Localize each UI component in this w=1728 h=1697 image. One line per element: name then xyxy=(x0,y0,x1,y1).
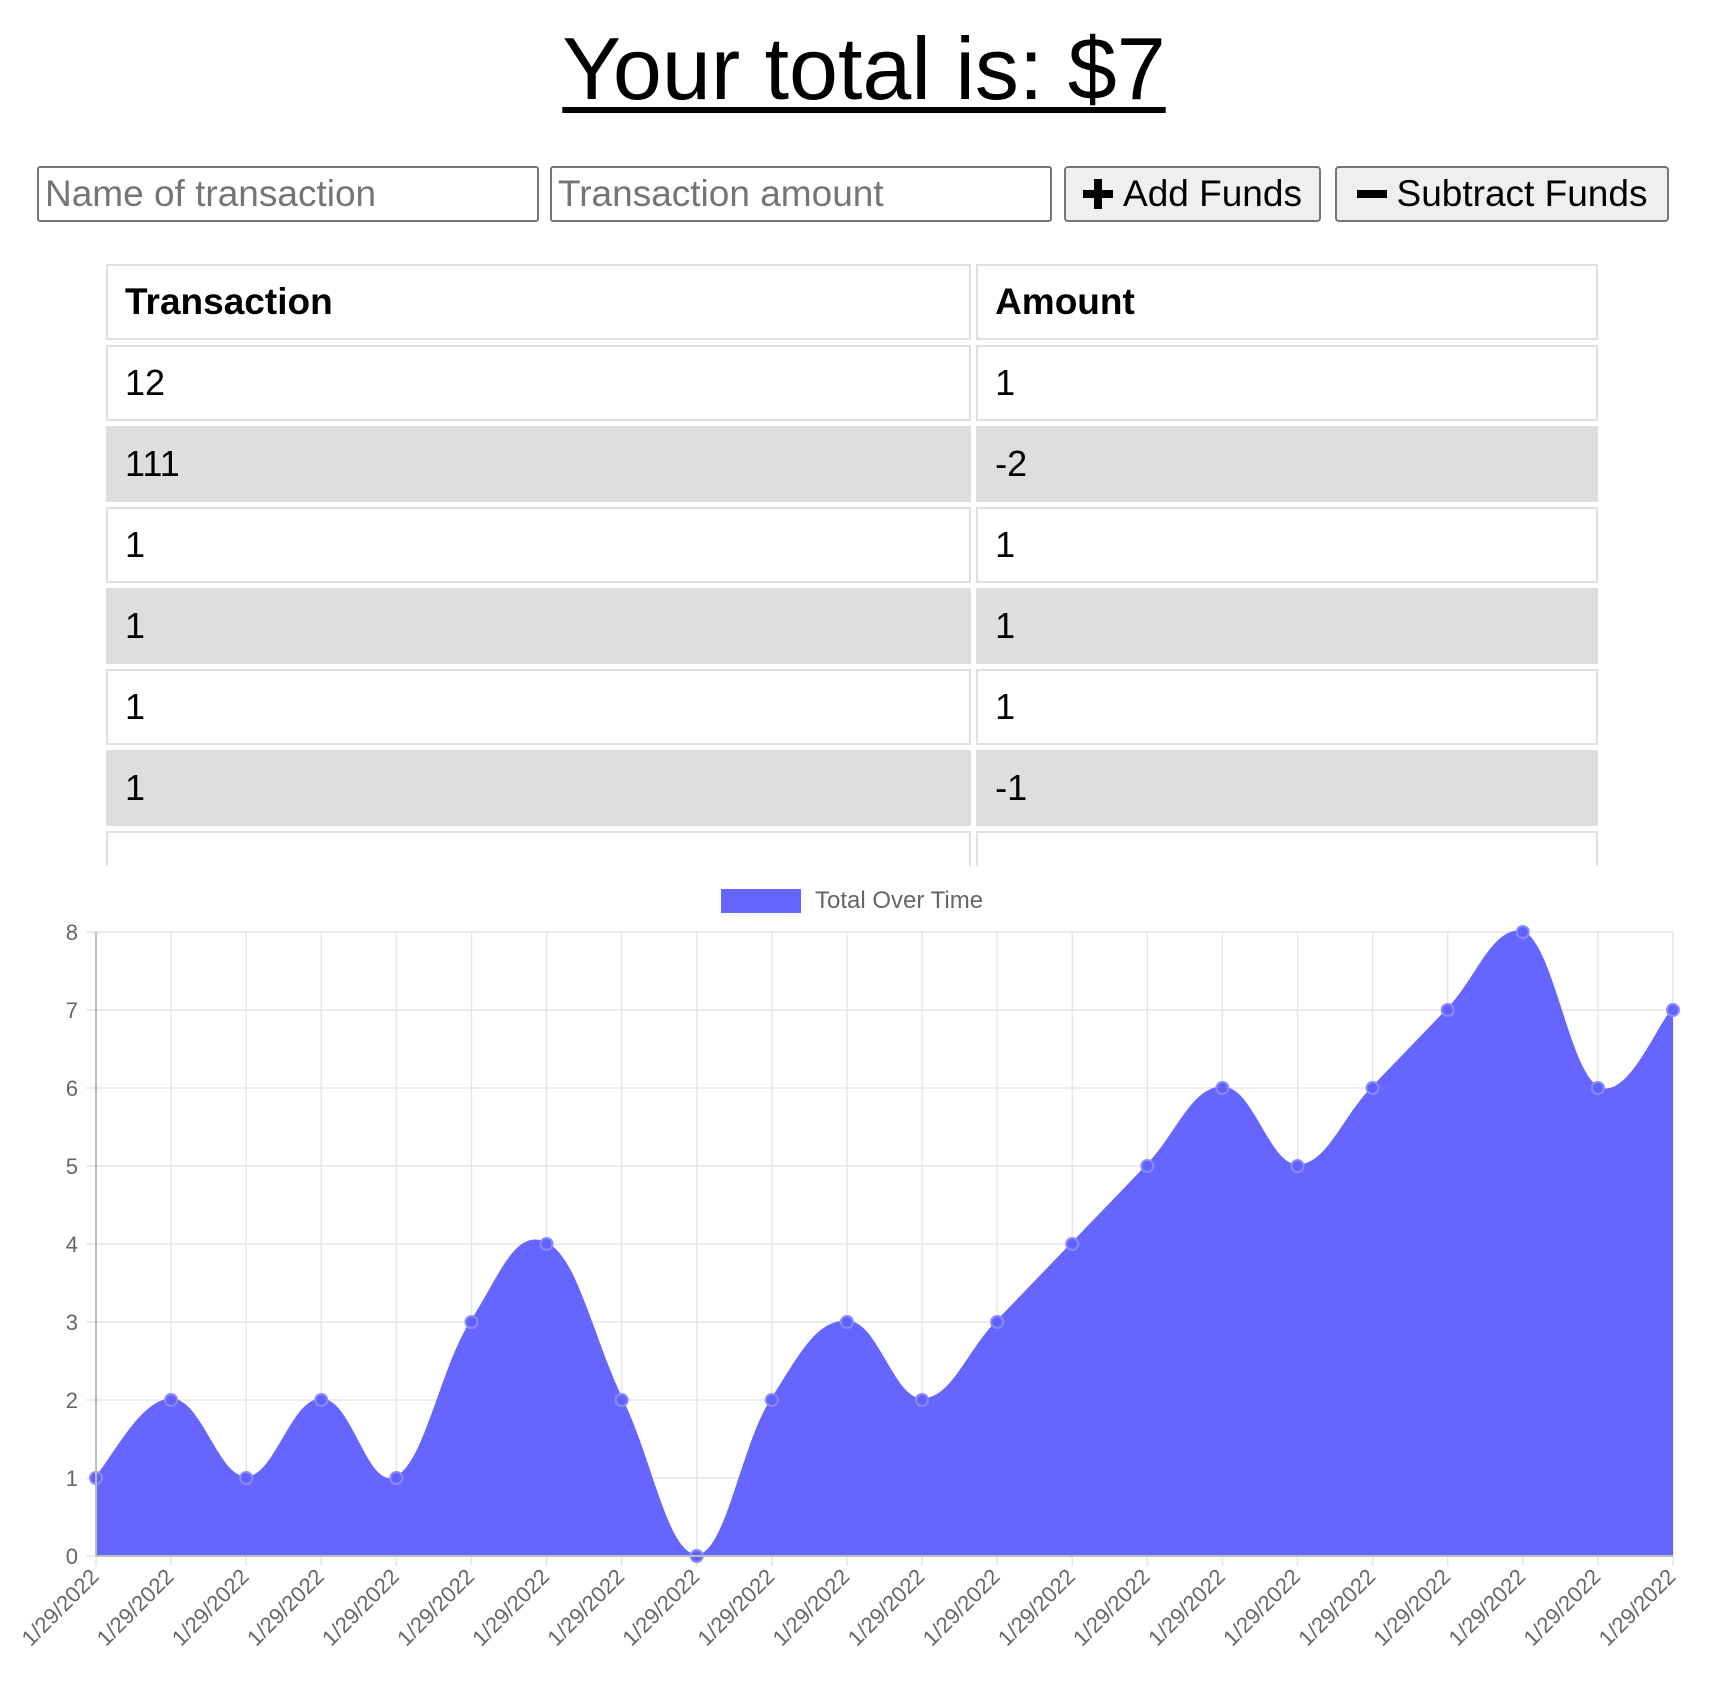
data-point xyxy=(389,1471,404,1485)
x-tick-label: 1/29/2022 xyxy=(242,1564,329,1651)
transaction-name-cell: 1 xyxy=(106,750,972,826)
table-row: 1 -1 xyxy=(106,750,1598,826)
x-tick-label: 1/29/2022 xyxy=(1293,1564,1380,1651)
x-tick-label: 1/29/2022 xyxy=(1143,1564,1230,1651)
x-tick-label: 1/29/2022 xyxy=(768,1564,855,1651)
subtract-funds-label: Subtract Funds xyxy=(1396,173,1648,214)
data-point xyxy=(539,1237,554,1251)
total-over-time-chart: 0123456781/29/20221/29/20221/29/20221/29… xyxy=(17,887,1681,1651)
y-tick-label: 3 xyxy=(66,1310,78,1335)
y-tick-label: 5 xyxy=(66,1154,78,1179)
y-tick-label: 0 xyxy=(66,1544,78,1569)
data-point xyxy=(464,1315,479,1329)
x-tick-label: 1/29/2022 xyxy=(392,1564,479,1651)
transaction-name-cell: 1 xyxy=(106,507,972,583)
transaction-name-cell xyxy=(106,831,972,866)
x-tick-label: 1/29/2022 xyxy=(317,1564,404,1651)
x-tick-label: 1/29/2022 xyxy=(92,1564,179,1651)
x-tick-label: 1/29/2022 xyxy=(17,1564,104,1651)
page-title: Your total is: $7 xyxy=(562,19,1166,118)
data-point xyxy=(1215,1081,1230,1095)
x-tick-label: 1/29/2022 xyxy=(843,1564,930,1651)
transaction-amount-cell: 1 xyxy=(976,588,1598,664)
data-point xyxy=(990,1315,1005,1329)
x-tick-label: 1/29/2022 xyxy=(542,1564,629,1651)
transaction-amount-cell: 1 xyxy=(976,507,1598,583)
x-tick-label: 1/29/2022 xyxy=(1594,1564,1681,1651)
table-row: 1 1 xyxy=(106,507,1598,583)
x-tick-label: 1/29/2022 xyxy=(693,1564,780,1651)
subtract-funds-button[interactable]: Subtract Funds xyxy=(1335,166,1669,222)
y-tick-label: 7 xyxy=(66,998,78,1023)
table-row: 12 1 xyxy=(106,345,1598,421)
y-tick-label: 2 xyxy=(66,1388,78,1413)
x-tick-label: 1/29/2022 xyxy=(918,1564,1005,1651)
y-tick-label: 1 xyxy=(66,1466,78,1491)
amount-column-header: Amount xyxy=(976,264,1598,340)
data-point xyxy=(1290,1159,1305,1173)
transaction-name-cell: 12 xyxy=(106,345,972,421)
transaction-name-input[interactable] xyxy=(37,166,539,222)
transaction-name-cell: 1 xyxy=(106,588,972,664)
transaction-amount-input[interactable] xyxy=(550,166,1052,222)
transactions-table: Transaction Amount 12 1 111 -2 1 1 1 1 1 xyxy=(106,264,1603,866)
transaction-amount-cell xyxy=(976,831,1598,866)
transaction-name-cell: 1 xyxy=(106,669,972,745)
x-tick-label: 1/29/2022 xyxy=(993,1564,1080,1651)
table-row: 1 1 xyxy=(106,669,1598,745)
transaction-amount-cell: -1 xyxy=(976,750,1598,826)
x-tick-label: 1/29/2022 xyxy=(1519,1564,1606,1651)
transaction-amount-cell: 1 xyxy=(976,669,1598,745)
x-tick-label: 1/29/2022 xyxy=(1218,1564,1305,1651)
chart-legend[interactable]: Total Over Time xyxy=(721,887,983,914)
x-tick-label: 1/29/2022 xyxy=(167,1564,254,1651)
data-point xyxy=(239,1471,254,1485)
data-point xyxy=(1515,925,1530,939)
x-tick-label: 1/29/2022 xyxy=(467,1564,554,1651)
x-tick-label: 1/29/2022 xyxy=(1068,1564,1155,1651)
y-tick-label: 6 xyxy=(66,1076,78,1101)
data-point xyxy=(1065,1237,1080,1251)
data-point xyxy=(1365,1081,1380,1095)
plus-icon xyxy=(1083,179,1114,209)
table-row: 1 1 xyxy=(106,588,1598,664)
x-tick-label: 1/29/2022 xyxy=(1368,1564,1455,1651)
data-point xyxy=(915,1393,930,1407)
data-point xyxy=(164,1393,179,1407)
data-point xyxy=(1590,1081,1605,1095)
table-header-row: Transaction Amount xyxy=(106,264,1598,340)
y-tick-label: 8 xyxy=(66,920,78,945)
data-point xyxy=(839,1315,854,1329)
table-row xyxy=(106,831,1598,866)
add-funds-label: Add Funds xyxy=(1123,173,1302,214)
transaction-name-cell: 111 xyxy=(106,426,972,502)
data-point xyxy=(614,1393,629,1407)
legend-label: Total Over Time xyxy=(815,887,983,914)
data-point xyxy=(314,1393,329,1407)
data-point xyxy=(764,1393,779,1407)
legend-swatch xyxy=(721,889,801,913)
transaction-amount-cell: -2 xyxy=(976,426,1598,502)
transaction-amount-cell: 1 xyxy=(976,345,1598,421)
table-row: 111 -2 xyxy=(106,426,1598,502)
add-funds-button[interactable]: Add Funds xyxy=(1064,166,1321,222)
transactions-table-scroll[interactable]: Transaction Amount 12 1 111 -2 1 1 1 1 1 xyxy=(106,264,1603,866)
x-tick-label: 1/29/2022 xyxy=(617,1564,704,1651)
x-tick-label: 1/29/2022 xyxy=(1443,1564,1530,1651)
data-point xyxy=(1440,1003,1455,1017)
data-point xyxy=(1666,1003,1680,1017)
minus-icon xyxy=(1356,179,1387,209)
transaction-column-header: Transaction xyxy=(106,264,972,340)
y-tick-label: 4 xyxy=(66,1232,78,1257)
data-point xyxy=(1140,1159,1155,1173)
